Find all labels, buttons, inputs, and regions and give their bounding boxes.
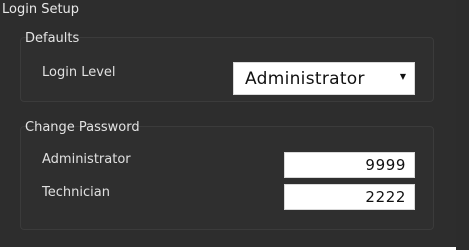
vertical-scrollbar[interactable] xyxy=(456,0,469,250)
login-level-select[interactable]: Administrator ▼ xyxy=(233,62,415,95)
technician-password-input[interactable] xyxy=(284,184,415,210)
chevron-down-icon: ▼ xyxy=(399,72,406,81)
panel-title: Login Setup xyxy=(2,2,80,17)
change-password-legend: Change Password xyxy=(25,120,140,135)
technician-password-label: Technician xyxy=(42,185,110,200)
defaults-legend: Defaults xyxy=(25,31,80,46)
login-level-selected-value: Administrator xyxy=(245,69,365,89)
login-setup-panel: Login Setup Defaults Login Level Adminis… xyxy=(0,0,456,247)
administrator-password-input[interactable] xyxy=(284,152,415,178)
change-password-group xyxy=(20,126,434,230)
administrator-password-label: Administrator xyxy=(42,152,131,167)
login-level-label: Login Level xyxy=(42,65,116,80)
